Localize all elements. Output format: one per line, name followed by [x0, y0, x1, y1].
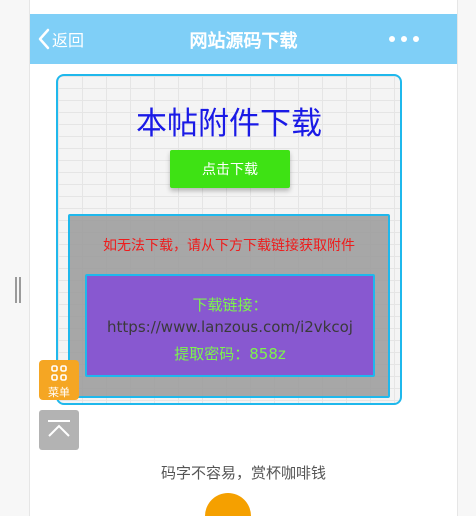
mobile-viewport: 返回 网站源码下载 本帖附件下载 点击下载 如无法下载，请从下方下载链接获取附件…	[30, 14, 457, 516]
back-label: 返回	[52, 31, 85, 50]
grid-icon	[51, 365, 67, 385]
dot-icon	[401, 36, 407, 42]
back-button[interactable]: 返回	[38, 27, 84, 51]
more-menu-button[interactable]	[389, 30, 419, 48]
download-link-url[interactable]: https://www.lanzous.com/i2vkcoj	[87, 318, 373, 336]
download-link-label: 下载链接：	[192, 296, 268, 314]
chevron-left-icon	[38, 28, 50, 50]
download-link-box: 下载链接： https://www.lanzous.com/i2vkcoj 提取…	[85, 274, 375, 377]
menu-label: 菜单	[48, 386, 70, 399]
attachment-title: 本帖附件下载	[136, 106, 322, 142]
floating-menu-button[interactable]: 菜单	[39, 360, 79, 400]
left-gutter	[0, 0, 30, 516]
right-gutter	[457, 0, 476, 516]
download-warning: 如无法下载，请从下方下载链接获取附件	[103, 238, 355, 254]
download-button[interactable]: 点击下载	[170, 150, 290, 188]
extraction-code: 提取密码：858z	[174, 345, 286, 363]
donation-tip: 码字不容易，赏杯咖啡钱	[160, 464, 326, 482]
left-resize-handle[interactable]	[15, 277, 21, 303]
back-to-top-button[interactable]	[39, 410, 79, 450]
reward-button[interactable]	[205, 493, 251, 516]
dot-icon	[413, 36, 419, 42]
attachment-card: 本帖附件下载 点击下载 如无法下载，请从下方下载链接获取附件 下载链接： htt…	[56, 74, 402, 405]
alternate-download-panel: 如无法下载，请从下方下载链接获取附件 下载链接： https://www.lan…	[68, 214, 390, 398]
back-to-top-icon	[48, 420, 70, 437]
dot-icon	[389, 36, 395, 42]
header-bar: 返回 网站源码下载	[30, 14, 457, 64]
